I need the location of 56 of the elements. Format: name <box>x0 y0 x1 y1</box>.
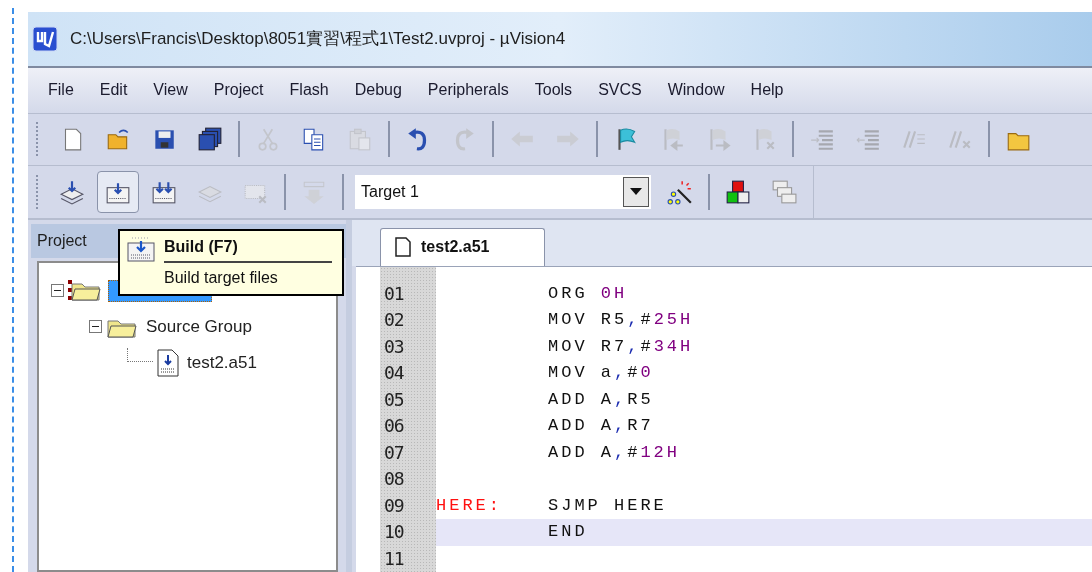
source-file-icon <box>157 348 179 377</box>
code-text: ORG 0H <box>548 282 628 305</box>
tree-item[interactable]: test2.a51 <box>185 349 259 376</box>
code-text: MOV R7,#34H <box>548 335 694 358</box>
magic-wand-icon <box>667 178 693 205</box>
stacked-pages-arrow-icon <box>59 178 85 205</box>
tree-item[interactable]: Source Group <box>144 313 254 340</box>
code-text: MOV R5,#25H <box>548 309 694 331</box>
target-dropdown[interactable]: Target 1 <box>355 174 651 209</box>
file-icon <box>395 237 411 257</box>
menu-item[interactable]: Peripherals <box>417 74 519 106</box>
menu-item[interactable]: File <box>38 74 84 106</box>
line-number: 01 <box>383 281 405 306</box>
menu-item[interactable]: Flash <box>279 74 339 106</box>
line-number: 09 <box>383 493 405 518</box>
collapse-toggle[interactable] <box>51 284 64 297</box>
tooltip-description: Build target files <box>164 267 279 288</box>
tooltip-title: Build (F7) <box>164 234 332 263</box>
app-logo-icon <box>32 25 58 52</box>
code-text: ADD A,R7 <box>548 415 654 437</box>
colored-blocks-icon <box>725 178 751 205</box>
paste-icon <box>347 126 373 152</box>
line-number: 02 <box>383 308 405 332</box>
target-folder-icon <box>68 277 102 304</box>
code-text: END <box>548 521 588 543</box>
line-number: 05 <box>383 387 405 412</box>
line-number: 04 <box>383 361 405 385</box>
scissors-icon <box>255 126 281 152</box>
menu-item[interactable]: View <box>143 74 198 106</box>
editor-tab[interactable]: test2.a51 <box>380 227 545 266</box>
code-text: MOV a,#0 <box>548 362 654 384</box>
menu-item[interactable]: SVCS <box>588 74 652 106</box>
build-icon <box>126 234 156 263</box>
code-text: SJMP HERE <box>548 494 667 517</box>
line-number: 11 <box>383 546 405 571</box>
line-number: 07 <box>383 440 405 465</box>
line-number: 03 <box>383 334 405 359</box>
collapse-toggle[interactable] <box>89 320 102 333</box>
line-number: 06 <box>383 414 405 438</box>
window-title: C:\Users\Francis\Desktop\8051實習\程式1\Test2.uvproj - µVision4 <box>70 28 566 50</box>
code-text: ADD A,#12H <box>548 441 681 464</box>
code-label: HERE: <box>436 494 503 517</box>
stacked-windows-icon <box>771 178 797 205</box>
menu-item[interactable]: Debug <box>344 74 412 106</box>
line-number: 10 <box>383 520 405 544</box>
panel-title: Project <box>37 230 87 251</box>
line-number: 08 <box>383 467 405 491</box>
menu-item[interactable]: Edit <box>89 74 138 106</box>
menu-item[interactable]: Window <box>657 74 735 106</box>
code-text: ADD A,R5 <box>548 388 654 411</box>
menu-item[interactable]: Help <box>740 74 794 106</box>
save-all-icon <box>197 126 223 152</box>
menu-item[interactable]: Tools <box>524 74 583 106</box>
open-folder-icon <box>105 126 131 152</box>
menu-item[interactable]: Project <box>203 74 274 106</box>
toolbar-button[interactable] <box>97 170 139 213</box>
